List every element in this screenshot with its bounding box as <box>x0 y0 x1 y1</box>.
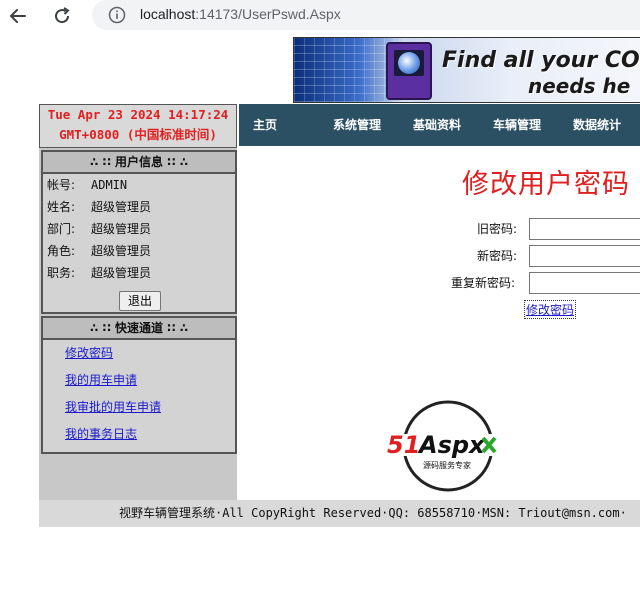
header-banner: Find all your CO needs he <box>293 37 640 103</box>
user-position-row: 职务: 超级管理员 <box>43 262 235 284</box>
top-navigation: 主页 系统管理 基础资料 车辆管理 数据统计 <box>239 104 640 146</box>
reload-button[interactable] <box>50 4 74 28</box>
account-label: 帐号: <box>47 178 76 192</box>
nav-item-home[interactable]: 主页 <box>253 104 277 146</box>
quick-link-my-logs[interactable]: 我的事务日志 <box>43 421 235 448</box>
role-value: 超级管理员 <box>91 244 152 258</box>
footer-copyright: 视野车辆管理系统·All CopyRight Reserved·QQ: 6855… <box>119 506 627 520</box>
name-value: 超级管理员 <box>91 200 152 214</box>
site-info-icon[interactable] <box>108 6 126 24</box>
quick-link-approved-requests[interactable]: 我审批的用车申请 <box>43 394 235 421</box>
sidebar: ∴ ∷ 用户信息 ∷ ∴ 帐号: ADMIN 姓名: 超级管理员 部门: 超级管理员 … <box>39 148 237 500</box>
url-host: localhost <box>140 6 196 22</box>
user-account-row: 帐号: ADMIN <box>43 174 235 196</box>
role-label: 角色: <box>47 244 76 258</box>
account-value: ADMIN <box>91 178 128 192</box>
department-label: 部门: <box>47 222 76 236</box>
url-path: :14173/UserPswd.Aspx <box>195 6 341 22</box>
datetime-line1: Tue Apr 23 2024 14:17:24 <box>47 107 229 122</box>
user-department-row: 部门: 超级管理员 <box>43 218 235 240</box>
browser-toolbar: localhost:14173/UserPswd.Aspx <box>0 0 640 32</box>
svg-text:源码服务专家: 源码服务专家 <box>423 460 471 470</box>
brand-logo: 51 Aspx 源码服务专家 <box>385 400 515 496</box>
repeat-password-label: 重复新密码: <box>451 276 516 290</box>
logo-emblem-icon: 51 Aspx 源码服务专家 <box>385 400 515 492</box>
quick-link-my-vehicle-requests[interactable]: 我的用车申请 <box>43 367 235 394</box>
nav-item-statistics[interactable]: 数据统计 <box>573 104 621 146</box>
position-value: 超级管理员 <box>91 266 152 280</box>
quick-link-change-password[interactable]: 修改密码 <box>43 340 235 367</box>
globe-icon <box>398 52 420 74</box>
back-arrow-icon <box>9 9 26 23</box>
user-name-row: 姓名: 超级管理员 <box>43 196 235 218</box>
name-label: 姓名: <box>47 200 76 214</box>
nav-item-basic-data[interactable]: 基础资料 <box>413 104 461 146</box>
reload-icon <box>55 7 70 24</box>
page-footer: 视野车辆管理系统·All CopyRight Reserved·QQ: 6855… <box>39 500 640 527</box>
url-text[interactable]: localhost:14173/UserPswd.Aspx <box>140 6 341 22</box>
svg-text:Aspx: Aspx <box>417 431 486 459</box>
page-title: 修改用户密码 <box>462 169 630 200</box>
banner-text-line2: needs he <box>528 74 631 98</box>
user-info-panel: ∴ ∷ 用户信息 ∷ ∴ 帐号: ADMIN 姓名: 超级管理员 部门: 超级管理员 … <box>41 150 237 314</box>
computer-monitor-icon <box>386 42 432 100</box>
position-label: 职务: <box>47 266 76 280</box>
nav-item-vehicle-management[interactable]: 车辆管理 <box>493 104 541 146</box>
department-value: 超级管理员 <box>91 222 152 236</box>
logout-button[interactable]: 退出 <box>119 291 161 311</box>
datetime-line2: GMT+0800 (中国标准时间) <box>59 127 217 142</box>
user-info-title: ∴ ∷ 用户信息 ∷ ∴ <box>43 152 235 174</box>
user-role-row: 角色: 超级管理员 <box>43 240 235 262</box>
back-button[interactable] <box>6 4 30 28</box>
datetime-display: Tue Apr 23 2024 14:17:24 GMT+0800 (中国标准时… <box>39 104 237 148</box>
old-password-input[interactable] <box>529 218 640 240</box>
change-password-submit-link[interactable]: 修改密码 <box>524 300 577 319</box>
quick-access-title: ∴ ∷ 快速通道 ∷ ∴ <box>43 318 235 340</box>
new-password-label: 新密码: <box>477 249 518 263</box>
new-password-input[interactable] <box>529 245 640 267</box>
banner-text-line1: Find all your CO <box>442 48 640 73</box>
quick-access-panel: ∴ ∷ 快速通道 ∷ ∴ 修改密码 我的用车申请 我审批的用车申请 我的事务日志 <box>41 316 237 454</box>
repeat-password-input[interactable] <box>529 272 640 294</box>
nav-item-system-management[interactable]: 系统管理 <box>333 104 381 146</box>
svg-text:51: 51 <box>387 431 420 459</box>
old-password-label: 旧密码: <box>477 222 518 236</box>
